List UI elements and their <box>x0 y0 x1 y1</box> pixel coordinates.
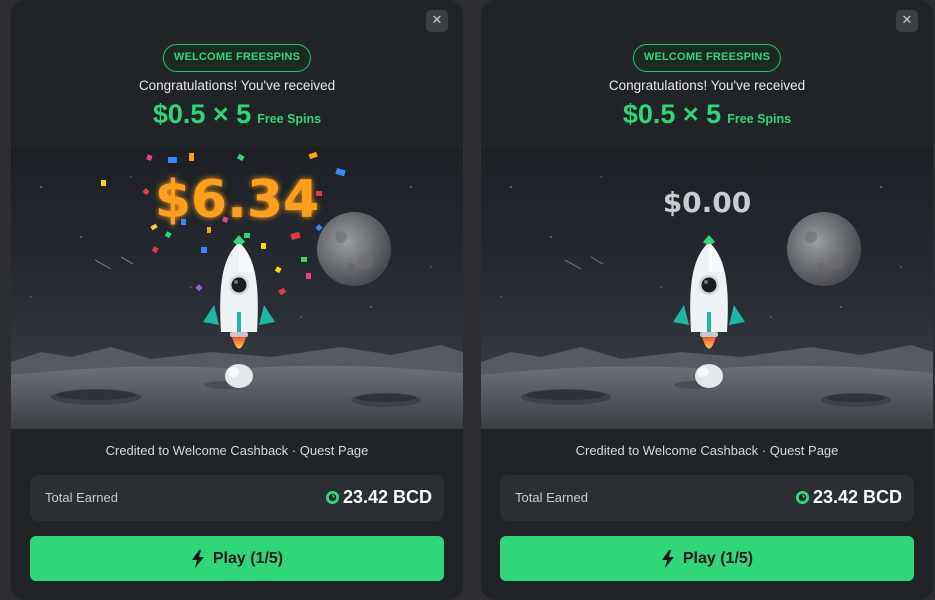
close-icon[interactable]: ✕ <box>896 10 918 32</box>
moon-scene-illustration: $6.34 <box>11 147 463 429</box>
total-earned-label: Total Earned <box>515 490 588 505</box>
play-button-label: Play (1/5) <box>212 549 284 567</box>
welcome-freespins-badge: WELCOME FREESPINS <box>632 44 782 72</box>
free-spins-label: Free Spins <box>257 112 322 126</box>
welcome-freespins-badge: WELCOME FREESPINS <box>162 44 312 72</box>
total-earned-box: Total Earned 23.42 BCD <box>30 475 444 521</box>
congrats-text: Congratulations! You've received <box>138 78 336 93</box>
freespins-modal-won: ✕ WELCOME FREESPINS Congratulations! You… <box>11 0 463 600</box>
total-earned-value: 23.42 BCD <box>342 487 432 507</box>
total-earned-value: 23.42 BCD <box>812 487 902 507</box>
congrats-text: Congratulations! You've received <box>608 78 806 93</box>
bcd-coin-icon <box>795 490 810 505</box>
freespins-modal-idle: ✕ WELCOME FREESPINS Congratulations! You… <box>481 0 933 600</box>
prize-amount: $6.34 <box>155 170 319 230</box>
close-icon[interactable]: ✕ <box>426 10 448 32</box>
play-button-label: Play (1/5) <box>682 549 754 567</box>
lightning-bolt-icon <box>191 549 204 568</box>
reward-line: $0.5 × 5 Free Spins <box>11 99 463 130</box>
moon-scene: $6.34 <box>11 147 463 429</box>
lightning-bolt-icon <box>661 549 674 568</box>
spin-amount: $0.5 × 5 <box>152 99 252 129</box>
bcd-coin-icon <box>325 490 340 505</box>
total-earned-value-wrap: 23.42 BCD <box>795 487 902 508</box>
total-earned-label: Total Earned <box>45 490 118 505</box>
reward-line: $0.5 × 5 Free Spins <box>481 99 933 130</box>
credit-text: Credited to Welcome Cashback · Quest Pag… <box>105 443 369 458</box>
total-earned-value-wrap: 23.42 BCD <box>325 487 432 508</box>
play-button[interactable]: Play (1/5) <box>30 536 444 581</box>
moon-scene-illustration: $0.00 <box>481 147 933 429</box>
moon-scene: $0.00 <box>481 147 933 429</box>
play-button[interactable]: Play (1/5) <box>500 536 914 581</box>
total-earned-box: Total Earned 23.42 BCD <box>500 475 914 521</box>
free-spins-label: Free Spins <box>727 112 792 126</box>
prize-amount: $0.00 <box>663 186 752 219</box>
spin-amount: $0.5 × 5 <box>622 99 722 129</box>
credit-text: Credited to Welcome Cashback · Quest Pag… <box>575 443 839 458</box>
